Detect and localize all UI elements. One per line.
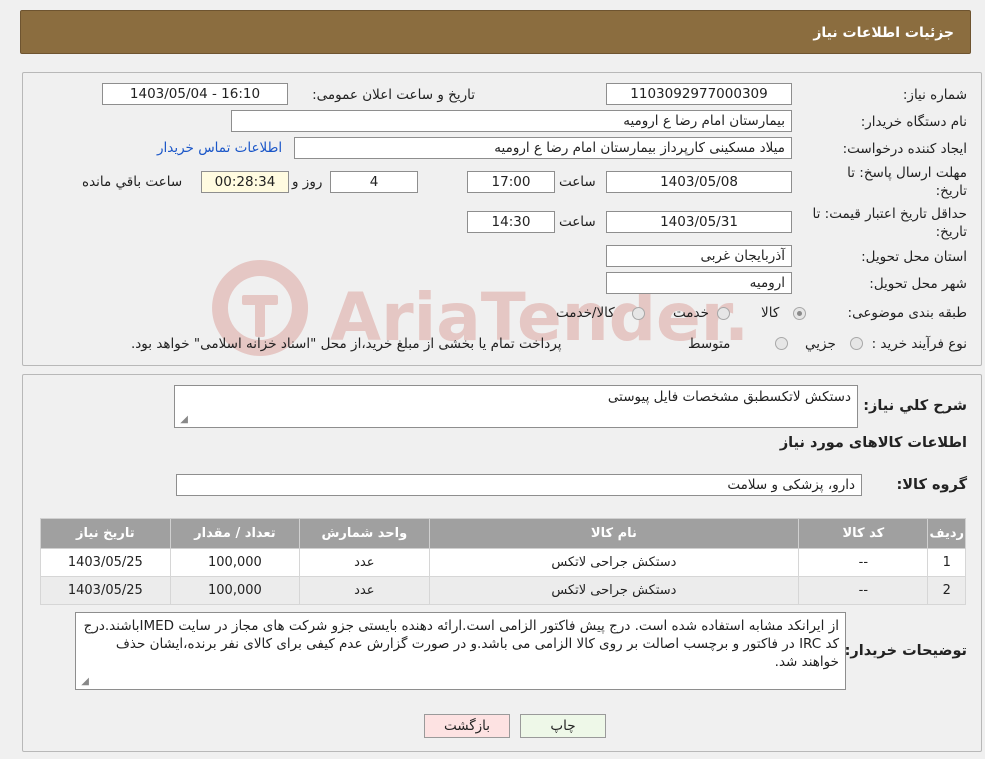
goods-info-title: اطلاعات کالاهای مورد نیاز xyxy=(779,435,967,451)
category-label: طبقه بندی موضوعی: xyxy=(847,305,967,321)
deadline-date-field: 1403/05/08 xyxy=(606,171,792,193)
cell-code: -- xyxy=(798,548,929,577)
col-qty: تعداد / مقدار xyxy=(169,518,301,549)
cell-date: 1403/05/25 xyxy=(40,576,171,605)
table-header-row: ردیف کد کالا نام کالا واحد شمارش تعداد /… xyxy=(40,518,966,549)
description-field: دستکش لاتکسطبق مشخصات فایل پیوستی ◢ xyxy=(174,385,858,428)
goods-group-field: دارو، پزشکی و سلامت xyxy=(176,474,862,496)
cell-qty: 100,000 xyxy=(169,576,301,605)
col-unit: واحد شمارش xyxy=(299,518,430,549)
description-label: شرح کلي نیاز: xyxy=(863,398,967,414)
category-radio-goods[interactable] xyxy=(793,307,806,320)
need-number-field: 1103092977000309 xyxy=(606,83,792,105)
process-radio-medium[interactable] xyxy=(775,337,788,350)
cell-name: دستکش جراحی لاتکس xyxy=(428,548,800,577)
cell-code: -- xyxy=(798,576,929,605)
price-valid-label: حداقل تاریخ اعتبار قیمت: تا xyxy=(812,206,967,222)
cell-qty: 100,000 xyxy=(169,548,301,577)
days-field: 4 xyxy=(330,171,418,193)
deadline-time-field: 17:00 xyxy=(467,171,555,193)
resize-grip-icon[interactable]: ◢ xyxy=(79,677,89,687)
cell-date: 1403/05/25 xyxy=(40,548,171,577)
process-radio-minor[interactable] xyxy=(850,337,863,350)
cell-row: 1 xyxy=(927,548,966,577)
price-valid-time-field: 14:30 xyxy=(467,211,555,233)
category-option-goods: کالا xyxy=(761,305,780,321)
remaining-time-field: 00:28:34 xyxy=(201,171,289,193)
table-row: 1 -- دستکش جراحی لاتکس عدد 100,000 1403/… xyxy=(40,548,966,577)
buyer-org-label: نام دستگاه خریدار: xyxy=(860,114,967,130)
goods-group-label: گروه کالا: xyxy=(896,477,967,493)
process-note: پرداخت تمام یا بخشی از مبلغ خرید،از محل … xyxy=(131,336,562,352)
buyer-notes-label: توضیحات خریدار: xyxy=(844,643,967,659)
price-valid-date-field: 1403/05/31 xyxy=(606,211,792,233)
items-table: ردیف کد کالا نام کالا واحد شمارش تعداد /… xyxy=(40,518,966,605)
province-field: آذربایجان غربی xyxy=(606,245,792,267)
city-field: ارومیه xyxy=(606,272,792,294)
deadline-label-date: تاریخ: xyxy=(935,183,967,199)
creator-label: ایجاد کننده درخواست: xyxy=(842,141,967,157)
category-radio-goods-service[interactable] xyxy=(632,307,645,320)
process-option-medium: متوسط xyxy=(688,336,731,352)
buyer-org-field: بیمارستان امام رضا ع ارومیه xyxy=(231,110,792,132)
category-radio-service[interactable] xyxy=(717,307,730,320)
remaining-label: ساعت باقي مانده xyxy=(82,174,183,190)
page-title: جزئیات اطلاعات نیاز xyxy=(813,25,954,41)
price-valid-label-date: تاریخ: xyxy=(935,224,967,240)
category-option-goods-service: کالا/خدمت xyxy=(556,305,615,321)
col-row: ردیف xyxy=(927,518,966,549)
category-option-service: خدمت xyxy=(673,305,709,321)
city-label: شهر محل تحویل: xyxy=(869,276,967,292)
deadline-time-label: ساعت xyxy=(559,174,596,190)
province-label: استان محل تحویل: xyxy=(861,249,967,265)
print-button[interactable]: چاپ xyxy=(520,714,606,738)
col-date: تاریخ نیاز xyxy=(40,518,171,549)
cell-unit: عدد xyxy=(299,576,430,605)
price-valid-time-label: ساعت xyxy=(559,214,596,230)
deadline-label: مهلت ارسال پاسخ: تا xyxy=(847,165,967,181)
announce-label: تاریخ و ساعت اعلان عمومی: xyxy=(312,87,475,103)
buyer-notes-text: از ایرانکد مشابه استفاده شده است. درج پی… xyxy=(83,618,839,670)
back-button[interactable]: بازگشت xyxy=(424,714,510,738)
col-name: نام کالا xyxy=(428,518,800,549)
table-row: 2 -- دستکش جراحی لاتکس عدد 100,000 1403/… xyxy=(40,576,966,605)
cell-unit: عدد xyxy=(299,548,430,577)
contact-buyer-link[interactable]: اطلاعات تماس خریدار xyxy=(157,140,282,156)
resize-grip-icon[interactable]: ◢ xyxy=(178,415,188,425)
cell-row: 2 xyxy=(927,576,966,605)
days-label: روز و xyxy=(292,174,323,190)
description-text: دستکش لاتکسطبق مشخصات فایل پیوستی xyxy=(607,389,851,405)
process-option-minor: جزیي xyxy=(805,336,836,352)
page-header: جزئیات اطلاعات نیاز xyxy=(20,10,971,54)
buyer-notes-field: از ایرانکد مشابه استفاده شده است. درج پی… xyxy=(75,612,846,690)
cell-name: دستکش جراحی لاتکس xyxy=(428,576,800,605)
process-label: نوع فرآیند خرید : xyxy=(871,336,967,352)
announce-field: 1403/05/04 - 16:10 xyxy=(102,83,288,105)
col-code: کد کالا xyxy=(798,518,929,549)
creator-field: میلاد مسکینی کارپرداز بیمارستان امام رضا… xyxy=(294,137,792,159)
need-number-label: شماره نیاز: xyxy=(902,87,967,103)
